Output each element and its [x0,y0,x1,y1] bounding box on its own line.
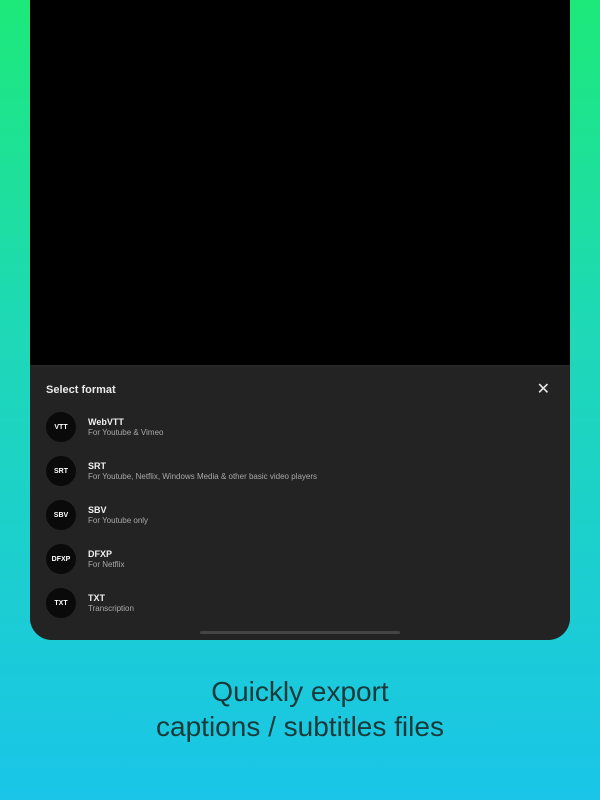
format-name: DFXP [88,549,124,559]
format-desc: For Youtube & Vimeo [88,428,163,437]
format-desc: Transcription [88,604,134,613]
format-name: WebVTT [88,417,163,427]
format-row-vtt[interactable]: VTT WebVTT For Youtube & Vimeo [46,410,554,444]
format-text: TXT Transcription [88,593,134,613]
format-list: VTT WebVTT For Youtube & Vimeo SRT SRT F… [46,410,554,620]
format-text: DFXP For Netflix [88,549,124,569]
format-row-srt[interactable]: SRT SRT For Youtube, Netflix, Windows Me… [46,454,554,488]
sheet-title: Select format [46,384,116,396]
format-name: SBV [88,505,148,515]
sheet-header: Select format ✕ [46,380,554,400]
format-row-sbv[interactable]: SBV SBV For Youtube only [46,498,554,532]
device-frame: Select format ✕ VTT WebVTT For Youtube &… [30,0,570,640]
format-sheet: Select format ✕ VTT WebVTT For Youtube &… [30,365,570,640]
format-row-dfxp[interactable]: DFXP DFXP For Netflix [46,542,554,576]
home-indicator [200,631,400,634]
badge-sbv: SBV [46,500,76,530]
caption-line1: Quickly export [211,676,388,707]
badge-srt: SRT [46,456,76,486]
badge-txt: TXT [46,588,76,618]
format-name: TXT [88,593,134,603]
format-text: SRT For Youtube, Netflix, Windows Media … [88,461,317,481]
format-desc: For Youtube, Netflix, Windows Media & ot… [88,472,317,481]
format-text: WebVTT For Youtube & Vimeo [88,417,163,437]
format-desc: For Youtube only [88,516,148,525]
format-desc: For Netflix [88,560,124,569]
format-name: SRT [88,461,317,471]
caption-line2: captions / subtitles files [156,711,444,742]
marketing-caption: Quickly export captions / subtitles file… [0,674,600,744]
video-preview [30,0,570,365]
close-icon[interactable]: ✕ [533,380,554,400]
format-row-txt[interactable]: TXT TXT Transcription [46,586,554,620]
badge-dfxp: DFXP [46,544,76,574]
format-text: SBV For Youtube only [88,505,148,525]
badge-vtt: VTT [46,412,76,442]
